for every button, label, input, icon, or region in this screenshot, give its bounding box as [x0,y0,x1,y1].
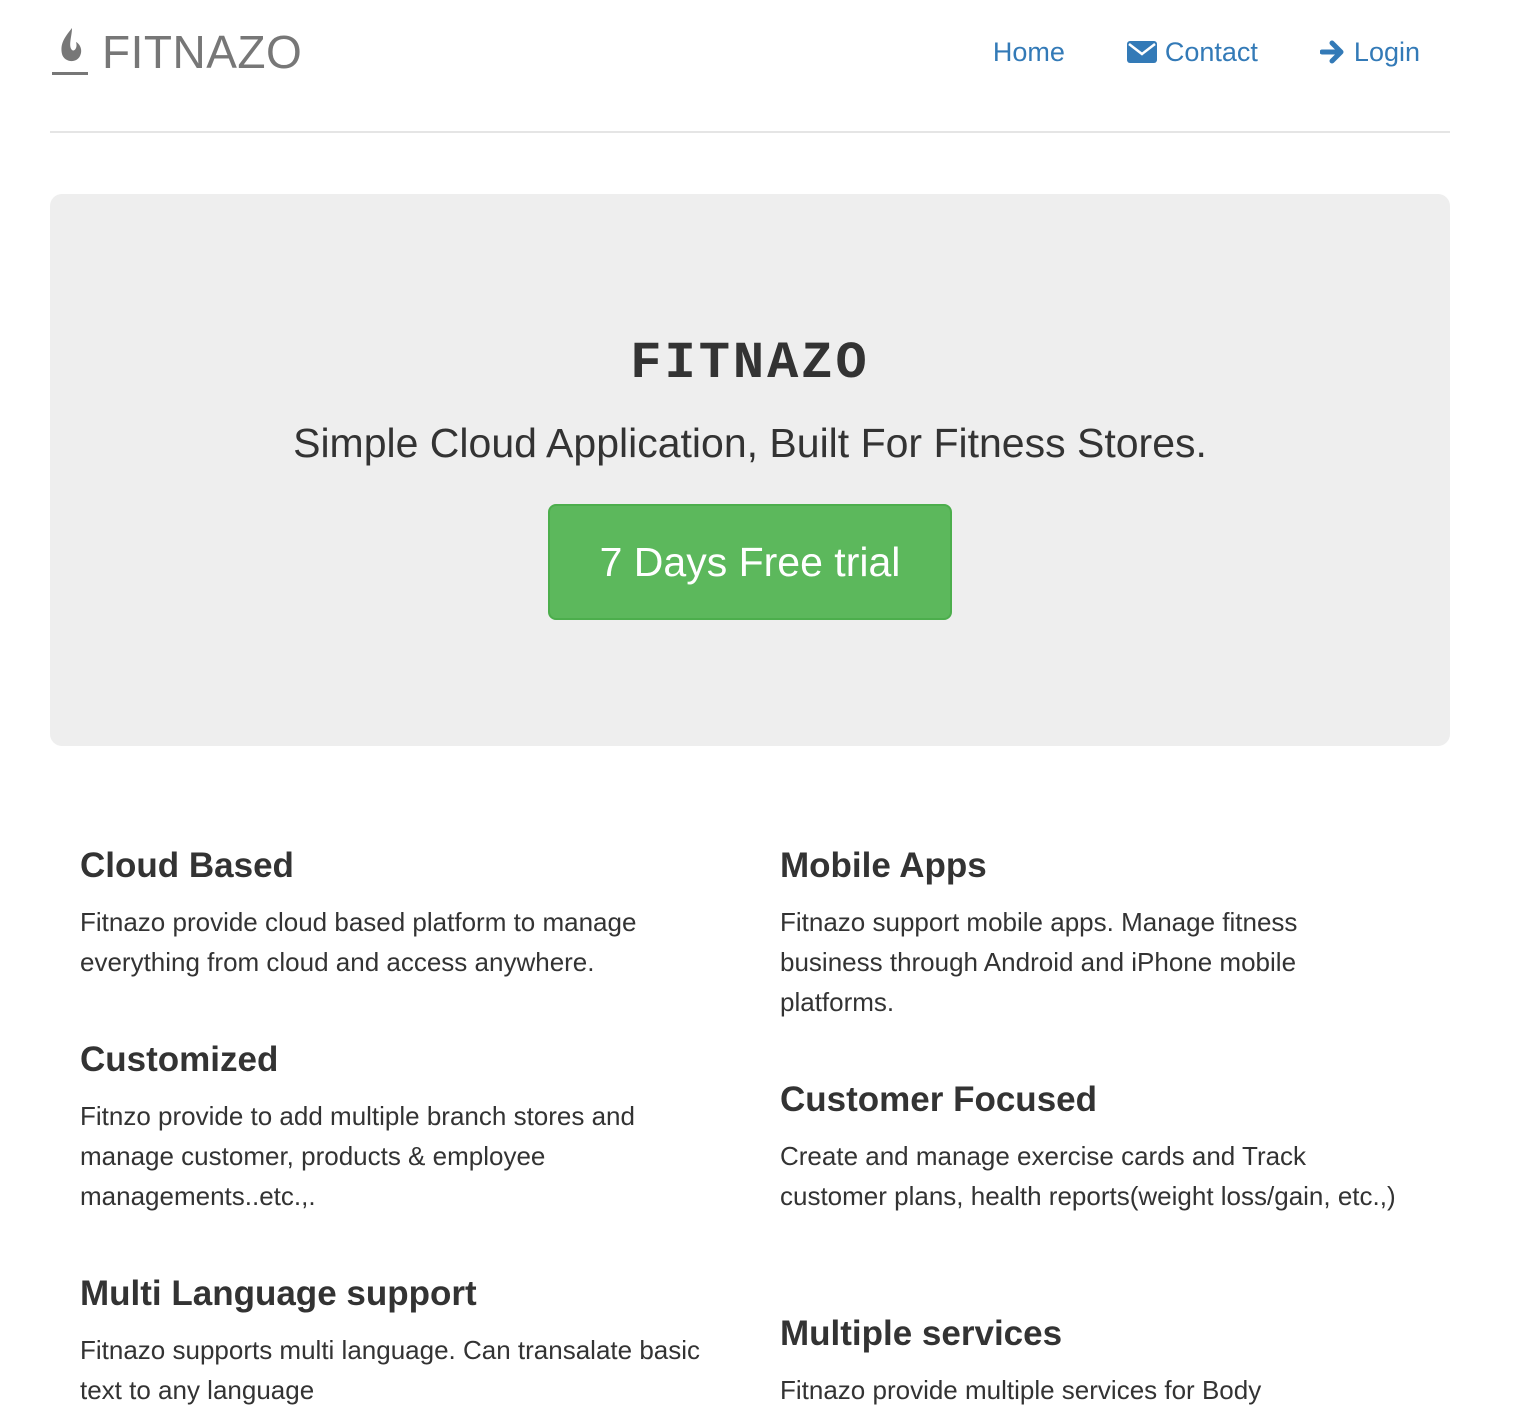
feature-title: Mobile Apps [780,846,987,885]
envelope-icon [1126,41,1157,63]
hero-jumbotron: FITNAZO Simple Cloud Application, Built … [50,194,1450,746]
feature-title: Multiple services [780,1314,1063,1353]
feature-multiple-services: Multiple services Fitnazo provide multip… [780,1312,1400,1410]
feature-multi-language: Multi Language support Fitnazo supports … [80,1272,720,1410]
brand-name: FITNAZO [102,26,303,78]
feature-text: Fitnazo support mobile apps. Manage fitn… [780,907,1298,1017]
brand-logo-link[interactable]: FITNAZO [50,26,302,78]
feature-text: Fitnazo provide cloud based platform to … [80,907,637,977]
feature-customized: Customized Fitnzo provide to add multipl… [80,1038,720,1216]
feature-title: Customer Focused [780,1080,1097,1119]
feature-text: Fitnazo provide multiple services for Bo… [780,1375,1262,1405]
nav-home-label: Home [992,37,1065,67]
feature-customer-focused: Customer Focused Create and manage exerc… [780,1078,1400,1216]
feature-mobile-apps: Mobile Apps Fitnazo support mobile apps.… [780,844,1400,1022]
hero-title: FITNAZO [630,334,870,393]
arrow-right-icon [1319,39,1346,65]
feature-cloud-based: Cloud Based Fitnazo provide cloud based … [80,844,720,982]
nav-home-link[interactable]: Home [993,34,1065,70]
flame-logo-icon [52,28,88,75]
site-header: FITNAZO Home Contact Login [50,0,1450,133]
feature-title: Cloud Based [80,846,294,885]
feature-title: Customized [80,1040,279,1079]
feature-text: Fitnzo provide to add multiple branch st… [80,1101,635,1211]
nav-contact-label: Contact [1164,37,1258,67]
nav-contact-link[interactable]: Contact [1126,34,1258,70]
free-trial-button[interactable]: 7 Days Free trial [548,504,952,620]
feature-text: Fitnazo supports multi language. Can tra… [80,1335,701,1405]
nav-login-link[interactable]: Login [1319,34,1420,70]
nav-login-label: Login [1353,37,1420,67]
feature-text: Create and manage exercise cards and Tra… [780,1141,1396,1211]
main-nav: Home Contact Login [931,34,1420,70]
hero-tagline: Simple Cloud Application, Built For Fitn… [293,420,1207,466]
feature-title: Multi Language support [80,1274,477,1313]
